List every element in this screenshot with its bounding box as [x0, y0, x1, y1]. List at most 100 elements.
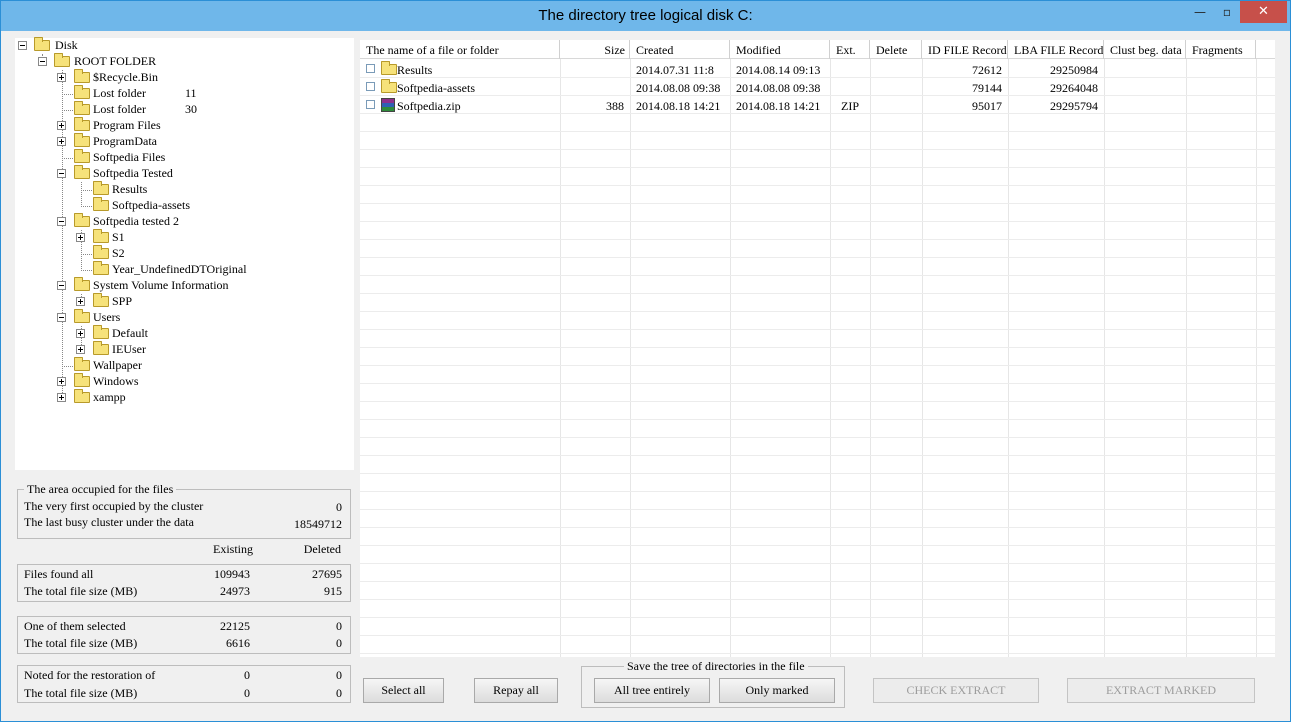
- repay-all-button[interactable]: Repay all: [474, 678, 558, 703]
- tree-node-count: 11: [185, 86, 197, 100]
- app-window: The directory tree logical disk C: — ▫ ✕…: [0, 0, 1291, 722]
- expand-icon[interactable]: [57, 377, 66, 386]
- file-modified: 2014.08.08 09:38: [736, 81, 821, 95]
- empty-table-row: [360, 312, 1275, 330]
- save-all-tree-button[interactable]: All tree entirely: [594, 678, 710, 703]
- empty-table-row: [360, 348, 1275, 366]
- save-only-marked-button[interactable]: Only marked: [719, 678, 835, 703]
- row-checkbox[interactable]: [366, 100, 375, 109]
- collapse-icon[interactable]: [57, 217, 66, 226]
- empty-table-row: [360, 546, 1275, 564]
- directory-tree[interactable]: Disk ROOT FOLDER $Recycle.Bin Lost folde…: [15, 37, 354, 470]
- expand-icon[interactable]: [76, 329, 85, 338]
- select-all-button[interactable]: Select all: [363, 678, 444, 703]
- column-header-clust-beg-data[interactable]: Clust beg. data: [1104, 40, 1186, 59]
- column-header-id-file-record[interactable]: ID FILE Record: [922, 40, 1008, 59]
- noted-label: Noted for the restoration of: [24, 668, 156, 682]
- column-header-created[interactable]: Created: [630, 40, 730, 59]
- folder-icon: [74, 357, 90, 371]
- folder-icon: [93, 293, 109, 307]
- column-header-lba-file-record[interactable]: LBA FILE Record: [1008, 40, 1104, 59]
- table-row[interactable]: Results 2014.07.31 11:8 2014.08.14 09:13…: [360, 60, 1275, 78]
- column-header-ext[interactable]: Ext.: [830, 40, 870, 59]
- expand-icon[interactable]: [57, 121, 66, 130]
- selected-group: One of them selected 22125 0 The total f…: [17, 616, 351, 654]
- selected-size-deleted: 0: [336, 636, 342, 650]
- noted-deleted: 0: [336, 668, 342, 682]
- expand-icon[interactable]: [76, 345, 85, 354]
- column-header-modified[interactable]: Modified: [730, 40, 830, 59]
- area-occupied-group: The area occupied for the files The very…: [17, 482, 351, 539]
- noted-existing: 0: [244, 668, 250, 682]
- column-header-fragments[interactable]: Fragments: [1186, 40, 1256, 59]
- folder-icon: [93, 197, 109, 211]
- files-found-group: Files found all 109943 27695 The total f…: [17, 564, 351, 602]
- tree-node-label: Lost folder: [93, 86, 146, 100]
- selected-size-existing: 6616: [226, 636, 250, 650]
- collapse-icon[interactable]: [38, 57, 47, 66]
- found-size-existing: 24973: [220, 584, 250, 598]
- tree-connector: [81, 182, 82, 207]
- folder-icon: [93, 341, 109, 355]
- row-checkbox[interactable]: [366, 64, 375, 73]
- tree-node-label: Disk: [55, 38, 78, 52]
- expand-icon[interactable]: [76, 233, 85, 242]
- check-extract-button[interactable]: CHECK EXTRACT: [873, 678, 1039, 703]
- extract-marked-button[interactable]: EXTRACT MARKED: [1067, 678, 1255, 703]
- tree-node-label: Users: [93, 310, 121, 324]
- expand-icon[interactable]: [76, 297, 85, 306]
- tree-node-label: xampp: [93, 390, 126, 404]
- column-header-size[interactable]: Size: [560, 40, 630, 59]
- column-header-name[interactable]: The name of a file or folder: [360, 40, 560, 59]
- empty-table-row: [360, 366, 1275, 384]
- file-created: 2014.07.31 11:8: [636, 63, 714, 77]
- collapse-icon[interactable]: [18, 41, 27, 50]
- expand-icon[interactable]: [57, 137, 66, 146]
- folder-icon: [381, 79, 397, 93]
- tree-node-label: Program Files: [93, 118, 161, 132]
- empty-table-row: [360, 438, 1275, 456]
- folder-icon: [74, 69, 90, 83]
- folder-icon: [74, 309, 90, 323]
- collapse-icon[interactable]: [57, 281, 66, 290]
- title-bar[interactable]: The directory tree logical disk C: — ▫ ✕: [1, 1, 1290, 31]
- file-name: Softpedia-assets: [397, 81, 475, 95]
- table-row[interactable]: Softpedia.zip 388 2014.08.18 14:21 2014.…: [360, 96, 1275, 114]
- file-name: Results: [397, 63, 433, 77]
- folder-icon: [93, 245, 109, 259]
- empty-table-row: [360, 168, 1275, 186]
- folder-icon: [74, 389, 90, 403]
- expand-icon[interactable]: [57, 73, 66, 82]
- file-name: Softpedia.zip: [397, 99, 461, 113]
- first-cluster-label: The very first occupied by the cluster: [24, 499, 204, 513]
- file-id-record: 72612: [972, 63, 1002, 77]
- tree-node-label: Softpedia-assets: [112, 198, 190, 212]
- minimize-button[interactable]: —: [1186, 1, 1214, 23]
- folder-icon: [74, 85, 90, 99]
- tree-node-label: Softpedia Tested: [93, 166, 173, 180]
- file-id-record: 79144: [972, 81, 1002, 95]
- save-tree-title: Save the tree of directories in the file: [624, 659, 808, 674]
- tree-node-count: 30: [185, 102, 197, 116]
- noted-size-existing: 0: [244, 686, 250, 700]
- zip-archive-icon: [381, 98, 395, 112]
- folder-icon: [34, 37, 50, 51]
- collapse-icon[interactable]: [57, 169, 66, 178]
- folder-icon: [74, 277, 90, 291]
- empty-table-row: [360, 384, 1275, 402]
- selected-deleted: 0: [336, 619, 342, 633]
- maximize-button[interactable]: ▫: [1213, 1, 1241, 23]
- table-row[interactable]: Softpedia-assets 2014.08.08 09:38 2014.0…: [360, 78, 1275, 96]
- column-header-delete[interactable]: Delete: [870, 40, 922, 59]
- file-id-record: 95017: [972, 99, 1002, 113]
- selected-size-label: The total file size (MB): [24, 636, 138, 650]
- tree-node-label: Softpedia Files: [93, 150, 166, 164]
- close-button[interactable]: ✕: [1240, 1, 1287, 23]
- file-list-grid[interactable]: The name of a file or folder Size Create…: [360, 40, 1275, 657]
- empty-table-row: [360, 114, 1275, 132]
- file-modified: 2014.08.14 09:13: [736, 63, 821, 77]
- empty-table-row: [360, 204, 1275, 222]
- row-checkbox[interactable]: [366, 82, 375, 91]
- collapse-icon[interactable]: [57, 313, 66, 322]
- expand-icon[interactable]: [57, 393, 66, 402]
